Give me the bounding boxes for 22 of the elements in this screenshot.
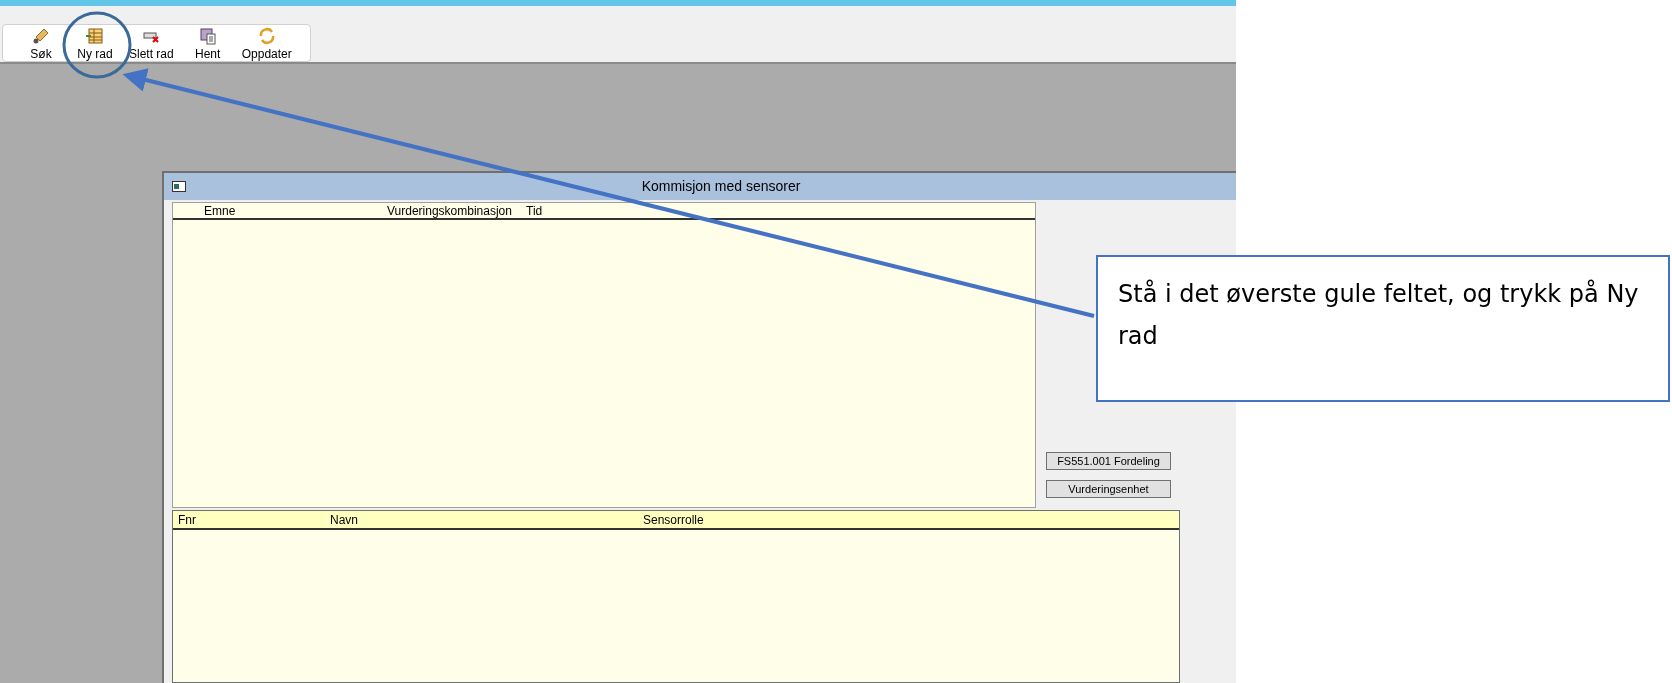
column-header: Fnr <box>178 511 197 529</box>
toolbar-button[interactable]: Hent <box>181 26 234 60</box>
lower-table[interactable]: Fnr Navn Sensorrolle <box>172 510 1180 683</box>
toolbar-button[interactable]: Søk <box>15 26 67 60</box>
table-rows-icon <box>86 26 104 45</box>
refresh-arrows-icon <box>257 26 276 45</box>
column-header: Sensorrolle <box>643 511 705 529</box>
window-icon <box>172 181 186 192</box>
highlight-circle <box>62 11 132 79</box>
column-header: Vurderingskombinasjon <box>387 202 513 220</box>
toolbar-button[interactable]: Ny rad <box>69 26 121 60</box>
window-title: Kommisjon med sensorer <box>640 177 802 196</box>
upper-table[interactable]: Emne Vurderingskombinasjon Tid <box>172 202 1036 508</box>
callout-text: Stå i det øverste gule feltet, og trykk på Ny rad <box>1118 280 1639 350</box>
key-icon <box>32 26 50 45</box>
toolbar-button[interactable]: Oppdater <box>235 26 298 60</box>
column-header: Navn <box>330 511 359 529</box>
column-header: Tid <box>526 202 544 220</box>
action-button[interactable]: FS551.001 Fordeling <box>1046 452 1171 470</box>
toolbar-button[interactable]: Slett rad <box>123 26 180 60</box>
action-button[interactable]: Vurderingsenhet <box>1046 480 1171 498</box>
column-header: Emne <box>203 202 237 220</box>
